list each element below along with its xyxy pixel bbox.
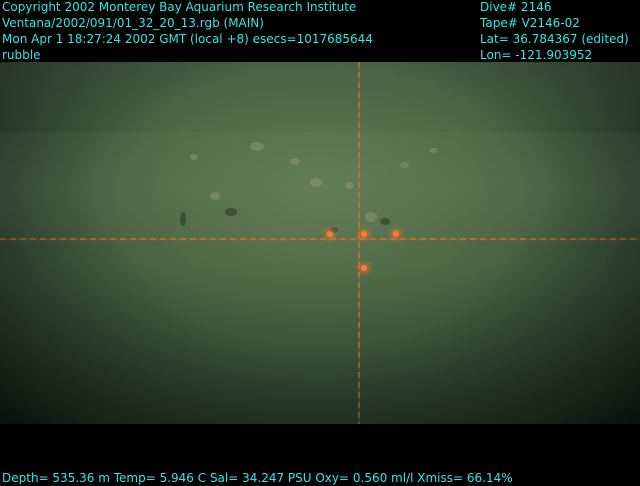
file-source-text: Ventana/2002/091/01_32_20_13.rgb (MAIN) <box>2 16 264 30</box>
header-left: Copyright 2002 Monterey Bay Aquarium Res… <box>2 0 373 63</box>
seafloor-video-frame <box>0 62 640 424</box>
timestamp-text: Mon Apr 1 18:27:24 2002 GMT (local +8) e… <box>2 32 373 46</box>
dive-number-text: Dive# 2146 <box>480 0 552 14</box>
tape-number-text: Tape# V2146-02 <box>480 16 580 30</box>
longitude-text: Lon= -121.903952 <box>480 48 593 62</box>
latitude-text: Lat= 36.784367 (edited) <box>480 32 629 46</box>
sensor-readout: Depth= 535.36 m Temp= 5.946 C Sal= 34.24… <box>2 471 513 485</box>
lens-vignette <box>0 62 640 424</box>
annotation-text: rubble <box>2 48 41 62</box>
header-right: Dive# 2146 Tape# V2146-02 Lat= 36.784367… <box>480 0 629 63</box>
copyright-text: Copyright 2002 Monterey Bay Aquarium Res… <box>2 0 357 14</box>
